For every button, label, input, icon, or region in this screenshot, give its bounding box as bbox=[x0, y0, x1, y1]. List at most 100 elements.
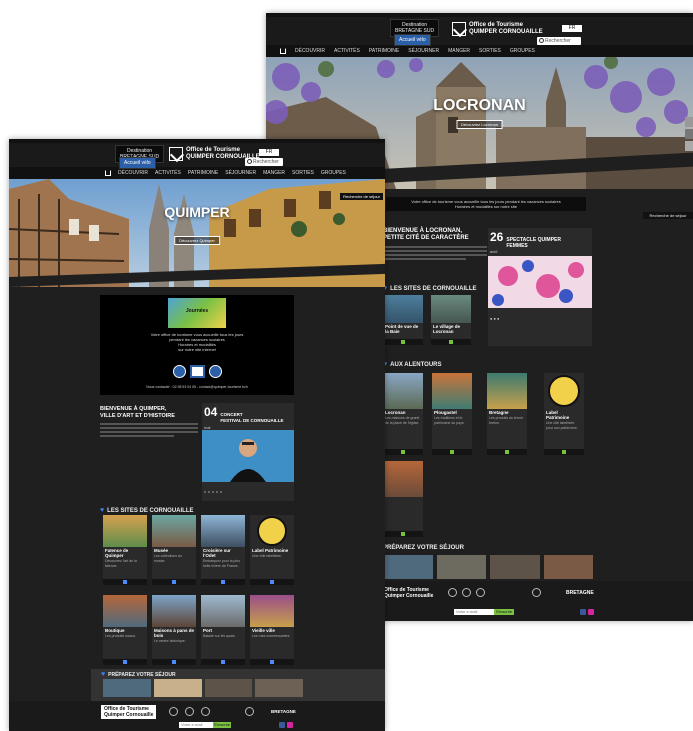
footer-logo[interactable]: Office de Tourisme Quimper Cornouaille bbox=[101, 705, 157, 719]
nav-item[interactable]: Manger bbox=[448, 48, 470, 54]
gallery-image[interactable] bbox=[204, 679, 253, 697]
gallery-image[interactable] bbox=[255, 679, 303, 697]
nav-item[interactable]: Séjourner bbox=[225, 170, 256, 176]
visit-card[interactable]: Boutique Les produits locaux. bbox=[103, 595, 147, 665]
visit-card[interactable]: Point de vue de la Baie bbox=[383, 295, 423, 345]
card-more-button[interactable] bbox=[383, 531, 423, 537]
nav-item[interactable]: Activités bbox=[334, 48, 360, 54]
hero-discover-button[interactable]: Découvrez Locronan bbox=[456, 120, 503, 129]
around-card[interactable] bbox=[383, 461, 423, 537]
event-photo bbox=[202, 430, 294, 482]
footer-logo[interactable]: Office de Tourisme Quimper Cornouaille bbox=[384, 587, 433, 599]
event-meta: ● ● ● bbox=[490, 316, 500, 321]
gallery-image[interactable] bbox=[436, 555, 486, 579]
card-more-button[interactable] bbox=[432, 449, 472, 455]
card-more-button[interactable] bbox=[431, 339, 471, 345]
home-icon[interactable] bbox=[105, 170, 111, 176]
side-tab-search[interactable]: Recherche de séjour bbox=[340, 193, 383, 200]
section-bottom-title: ♥ Préparez votre séjour bbox=[101, 671, 176, 678]
gallery-image[interactable] bbox=[383, 555, 433, 579]
card-more-button[interactable] bbox=[383, 449, 423, 455]
card-more-button[interactable] bbox=[487, 449, 527, 455]
event-date: 26 Spectacle Quimper Femmes bbox=[490, 230, 590, 249]
logo-icon bbox=[169, 147, 183, 161]
card-more-button[interactable] bbox=[383, 339, 423, 345]
thumbnail[interactable] bbox=[685, 117, 693, 127]
nav-item[interactable]: Sorties bbox=[292, 170, 314, 176]
language-select[interactable]: FR bbox=[562, 25, 582, 32]
card-more-button[interactable] bbox=[250, 659, 294, 665]
card-more-button[interactable] bbox=[103, 579, 147, 585]
card-title: Locronan bbox=[385, 410, 406, 415]
nav-item[interactable]: Manger bbox=[263, 170, 285, 176]
search-input[interactable]: Rechercher bbox=[537, 37, 581, 45]
site-logo[interactable]: Office de Tourisme QUIMPER CORNOUAILLE bbox=[452, 22, 543, 36]
hero-discover-button[interactable]: Découvrez Quimper bbox=[174, 236, 220, 245]
nav-item[interactable]: Groupes bbox=[510, 48, 535, 54]
label-seal-icon bbox=[250, 515, 294, 547]
gallery-image[interactable] bbox=[490, 555, 540, 579]
instagram-icon[interactable] bbox=[588, 609, 594, 615]
nav-item[interactable]: Groupes bbox=[321, 170, 346, 176]
nav-item[interactable]: Patrimoine bbox=[369, 48, 399, 54]
newsletter-email-input[interactable]: Votre e-mail bbox=[454, 609, 494, 615]
visit-card[interactable]: Le village de Locronan bbox=[431, 295, 471, 345]
card-image bbox=[383, 461, 423, 497]
card-more-button[interactable] bbox=[250, 579, 294, 585]
card-image bbox=[152, 595, 196, 627]
visit-card[interactable]: Vieille ville Les rues commerçantes. bbox=[250, 595, 294, 665]
card-more-button[interactable] bbox=[152, 659, 196, 665]
instagram-icon[interactable] bbox=[287, 722, 293, 728]
card-more-button[interactable] bbox=[544, 449, 584, 455]
section-title-text: Aux alentours bbox=[390, 361, 442, 368]
visit-card[interactable]: Port Balade sur les quais. bbox=[201, 595, 245, 665]
language-select[interactable]: FR bbox=[259, 149, 279, 156]
section-bottom-title: Préparez votre séjour bbox=[383, 545, 464, 551]
around-card[interactable]: Label Patrimoine Une cité labellisée pou… bbox=[544, 373, 584, 455]
velo-badge[interactable]: Accueil vélo bbox=[119, 157, 156, 169]
promo-image[interactable]: Journées bbox=[168, 298, 226, 328]
nav-item[interactable]: Séjourner bbox=[408, 48, 439, 54]
nav-item[interactable]: Découvrir bbox=[295, 48, 325, 54]
around-card[interactable]: Locronan Les maisons de granit de la pla… bbox=[383, 373, 423, 455]
facebook-icon[interactable] bbox=[279, 722, 285, 728]
around-card[interactable]: Plougastel Les traditions et le patrimoi… bbox=[432, 373, 472, 455]
event-card[interactable]: 04 Concert Festival de Cornouaille mai bbox=[202, 403, 294, 501]
search-input[interactable]: Rechercher bbox=[245, 158, 283, 166]
nav-item[interactable]: Sorties bbox=[479, 48, 501, 54]
card-more-button[interactable] bbox=[201, 659, 245, 665]
home-icon[interactable] bbox=[280, 48, 286, 54]
facebook-icon[interactable] bbox=[580, 609, 586, 615]
card-text: Les produits locaux. bbox=[105, 634, 137, 638]
nav-item[interactable]: Patrimoine bbox=[188, 170, 218, 176]
event-card[interactable]: 26 Spectacle Quimper Femmes avril ● ● ● bbox=[488, 228, 592, 346]
card-text: Les produits du terroir breton. bbox=[489, 416, 524, 425]
card-more-button[interactable] bbox=[201, 579, 245, 585]
gallery-image[interactable] bbox=[153, 679, 202, 697]
visit-card[interactable]: Faïence de Quimper Découvrez l'art de la… bbox=[103, 515, 147, 585]
event-illustration bbox=[488, 256, 592, 308]
newsletter-submit-button[interactable]: S'inscrire bbox=[213, 722, 231, 728]
partner-logo-icon bbox=[185, 707, 194, 716]
welcome-title-line: Bienvenue à Locronan, bbox=[383, 228, 463, 234]
around-card[interactable]: Bretagne Les produits du terroir breton. bbox=[487, 373, 527, 455]
velo-badge[interactable]: Accueil vélo bbox=[394, 34, 431, 46]
newsletter-email-input[interactable]: Votre e-mail bbox=[179, 722, 213, 728]
footer-brand: BRETAGNE bbox=[271, 709, 296, 714]
visit-card[interactable]: Croisière sur l'Odet Embarquez pour la p… bbox=[201, 515, 245, 585]
thumbnail[interactable] bbox=[685, 129, 693, 139]
gallery-image[interactable] bbox=[543, 555, 593, 579]
gallery-image[interactable] bbox=[103, 679, 151, 697]
visit-card[interactable]: Maisons à pans de bois Le centre histori… bbox=[152, 595, 196, 665]
card-more-button[interactable] bbox=[152, 579, 196, 585]
card-text: Les traditions et le patrimoine du pays. bbox=[434, 416, 465, 425]
visit-card[interactable]: Label Patrimoine Une ville labellisée. bbox=[250, 515, 294, 585]
newsletter-submit-button[interactable]: S'inscrire bbox=[494, 609, 514, 615]
nav-item[interactable]: Découvrir bbox=[118, 170, 148, 176]
side-tab-search[interactable]: Recherche de séjour bbox=[643, 212, 693, 219]
thumbnail[interactable] bbox=[685, 141, 693, 151]
visit-card[interactable]: Musée Les collections du musée. bbox=[152, 515, 196, 585]
card-more-button[interactable] bbox=[103, 659, 147, 665]
card-text: Une ville labellisée. bbox=[252, 554, 282, 558]
nav-item[interactable]: Activités bbox=[155, 170, 181, 176]
